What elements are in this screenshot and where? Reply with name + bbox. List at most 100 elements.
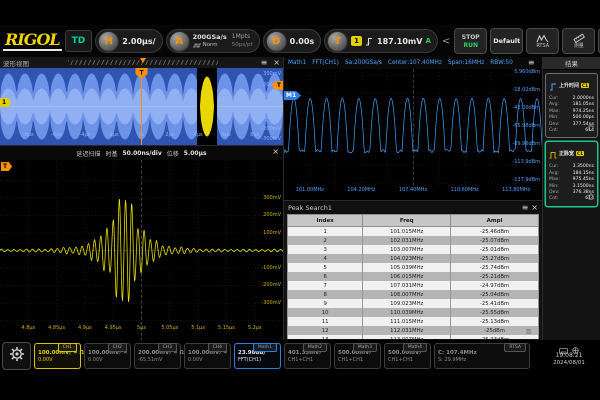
gear-icon bbox=[9, 346, 25, 366]
math-box-math1[interactable]: Math123.98dB/FFT(CH1) bbox=[234, 343, 281, 369]
timebase-value: 2.00μs/ bbox=[122, 37, 155, 46]
measure-stat-label: Cnt: bbox=[549, 128, 558, 134]
peak-cell: 2 bbox=[288, 236, 363, 245]
acquire-knob[interactable]: A bbox=[169, 31, 190, 52]
delay-value: 0.00s bbox=[290, 37, 315, 46]
channel-offset: 0.00V bbox=[88, 357, 127, 364]
x-tick-label: 107.40MHz bbox=[399, 187, 427, 193]
horizontal-group[interactable]: H 2.00μs/ bbox=[95, 29, 162, 53]
delay-group[interactable]: D 0.00s bbox=[263, 29, 322, 53]
peak-cell: 110.039MHz bbox=[363, 308, 451, 317]
peak-row[interactable]: 5105.039MHz-25.74dBm bbox=[288, 263, 539, 272]
channel-box-ch1[interactable]: CH1100.00mV/=Ω0.00V bbox=[34, 343, 81, 369]
trigger-knob[interactable]: T bbox=[327, 31, 348, 52]
math-box-math2[interactable]: Math2401.33mV/CH1+CH1 bbox=[284, 343, 331, 369]
math-box-math4[interactable]: Math4500.00mV/CH1+CH1 bbox=[384, 343, 431, 369]
waveform-view-header: 波形视图 ≡ × bbox=[0, 57, 283, 68]
peak-row[interactable]: 2102.031MHz-25.07dBm bbox=[288, 236, 539, 245]
horizontal-knob[interactable]: H bbox=[98, 31, 119, 52]
results-sidebar: 结果 上升时间C1Cur:2.0000nsAvg:181.05nsMax:974… bbox=[542, 57, 600, 340]
measure-card-title: 上升时间C1 bbox=[549, 76, 594, 95]
trigger-source-badge[interactable]: 1 bbox=[351, 36, 362, 46]
zoom-plot[interactable] bbox=[0, 160, 283, 341]
fft-panel[interactable]: Math1 FFT(CH1) Sa:200GSa/s Center:107.40… bbox=[283, 57, 542, 200]
peak-row[interactable]: 11111.015MHz-25.13dBm bbox=[288, 317, 539, 326]
peak-cell: 3 bbox=[288, 245, 363, 254]
toolbar-scroll-left[interactable]: < bbox=[441, 36, 451, 47]
peak-cell: 12 bbox=[288, 326, 363, 335]
channel-box-ch4[interactable]: CH4100.00mV/=0.00V bbox=[184, 343, 231, 369]
delayed-sweep-header: 延迟扫描 时基 50.00ns/div 位移 5.00μs × bbox=[0, 146, 283, 160]
peak-search-panel[interactable]: Peak Search1 ≡ × IndexFreqAmpl1101.015MH… bbox=[283, 200, 542, 340]
peak-cell: -25.07dBm bbox=[451, 236, 539, 245]
measure-stat-label: Cnt: bbox=[549, 196, 558, 202]
trigger-group[interactable]: T 1 187.10mV A bbox=[324, 29, 438, 53]
math-tab-label: Math4 bbox=[403, 343, 427, 352]
measure-card-2[interactable]: 正脉宽C1Cur:3.3500nsAvg:184.15nsMax:975.45n… bbox=[545, 141, 598, 206]
close-icon[interactable]: × bbox=[272, 148, 279, 156]
delayed-sweep-panel[interactable]: 延迟扫描 时基 50.00ns/div 位移 5.00μs × T 4.8μs4… bbox=[0, 145, 283, 341]
delayed-sweep-title: 延迟扫描 bbox=[76, 149, 100, 158]
peak-row[interactable]: 13113.007MHz-25.23dBm bbox=[288, 335, 539, 339]
settings-button[interactable] bbox=[2, 342, 31, 370]
display-area: 波形视图 ≡ × T 1 T -8μs-6μs-4μs-2μs0s2μs4μs6… bbox=[0, 57, 600, 340]
menu-icon[interactable]: ≡ bbox=[522, 204, 529, 212]
peak-search-header: Peak Search1 ≡ × bbox=[284, 201, 542, 214]
acquire-group[interactable]: A 200GSa/s Norm 1Mpts 50ps/pt bbox=[166, 29, 260, 53]
math-box-math3[interactable]: Math3500.00mV/CH1+CH1 bbox=[334, 343, 381, 369]
peak-cell: 104.023MHz bbox=[363, 254, 451, 263]
peak-cell: 108.007MHz bbox=[363, 290, 451, 299]
peak-row[interactable]: 9109.023MHz-25.41dBm bbox=[288, 299, 539, 308]
toolbar-button-measure[interactable]: 测量 bbox=[562, 28, 595, 54]
trigger-position-marker[interactable] bbox=[140, 58, 146, 63]
toolbar-buttons: STOPRUNDefaultRTSA测量采样控制多窗口光标 bbox=[454, 28, 600, 54]
peak-search-title: Peak Search1 bbox=[288, 204, 332, 212]
toolbar-button-label: RTSA bbox=[536, 44, 549, 49]
menu-icon[interactable]: ≡ bbox=[528, 59, 535, 67]
waveform-plot[interactable]: T bbox=[0, 68, 283, 145]
peak-cell: 113.007MHz bbox=[363, 335, 451, 339]
toolbar-button-stop-run[interactable]: STOPRUN bbox=[454, 28, 487, 54]
measure-name: 正脉宽 bbox=[559, 150, 574, 157]
peak-cell: 109.023MHz bbox=[363, 299, 451, 308]
peak-row[interactable]: 4104.023MHz-25.27dBm bbox=[288, 254, 539, 263]
trigger-position-ruler[interactable] bbox=[68, 60, 218, 65]
timebase-label: 时基 bbox=[105, 149, 117, 158]
bottom-bar: CH1100.00mV/=Ω0.00VCH2100.00mV/=0.00VCH3… bbox=[0, 340, 600, 372]
close-icon[interactable]: × bbox=[531, 204, 538, 212]
measure-card-1[interactable]: 上升时间C1Cur:2.0000nsAvg:181.05nsMax:974.25… bbox=[545, 73, 598, 138]
default-label: Default bbox=[493, 37, 520, 45]
system-time: 19:08:21 bbox=[540, 352, 598, 360]
x-tick-label: 104.20MHz bbox=[347, 187, 375, 193]
delete-measure-icon[interactable] bbox=[588, 185, 594, 204]
fft-span: Span:16MHz bbox=[448, 60, 484, 66]
measure-channel-badge: C1 bbox=[576, 151, 584, 156]
square-wave-icon bbox=[193, 43, 201, 48]
peak-row[interactable]: 7107.031MHz-24.97dBm bbox=[288, 281, 539, 290]
close-icon[interactable]: × bbox=[273, 59, 280, 67]
waveform-view-panel[interactable]: 波形视图 ≡ × T 1 T -8μs-6μs-4μs-2μs0s2μs4μs6… bbox=[0, 57, 283, 145]
trigger-mode-badge[interactable]: TD bbox=[65, 30, 93, 52]
fft-plot[interactable] bbox=[284, 69, 543, 186]
peak-row[interactable]: 6106.015MHz-25.21dBm bbox=[288, 272, 539, 281]
scroll-indicator-icon[interactable]: ≣ bbox=[525, 328, 532, 336]
peak-row[interactable]: 8108.007MHz-25.04dBm bbox=[288, 290, 539, 299]
menu-icon[interactable]: ≡ bbox=[261, 59, 268, 67]
waveform-view-title: 波形视图 bbox=[3, 58, 29, 68]
peak-row[interactable]: 10110.039MHz-25.55dBm bbox=[288, 308, 539, 317]
peak-cell: -24.97dBm bbox=[451, 281, 539, 290]
peak-row[interactable]: 3103.007MHz-25.01dBm bbox=[288, 245, 539, 254]
measure-icon bbox=[573, 33, 585, 43]
delay-knob[interactable]: D bbox=[266, 31, 287, 52]
zoom-offset-value: 5.00μs bbox=[184, 150, 207, 157]
toolbar-button-rtsa[interactable]: RTSA bbox=[526, 28, 559, 54]
rtsa-box[interactable]: RTSAC: 107.4MHzS: 29.9MHz bbox=[434, 343, 530, 369]
peak-row[interactable]: 1101.015MHz-25.46dBm bbox=[288, 227, 539, 237]
peak-row[interactable]: 12112.031MHz-25dBm bbox=[288, 326, 539, 335]
channel-box-ch2[interactable]: CH2100.00mV/=0.00V bbox=[84, 343, 131, 369]
toolbar-button-default[interactable]: Default bbox=[490, 28, 523, 54]
delete-measure-icon[interactable] bbox=[588, 116, 594, 135]
peak-cell: -25.13dBm bbox=[451, 317, 539, 326]
peak-cell: 10 bbox=[288, 308, 363, 317]
channel-box-ch3[interactable]: CH3200.00mV/=Ω-65.51mV bbox=[134, 343, 181, 369]
